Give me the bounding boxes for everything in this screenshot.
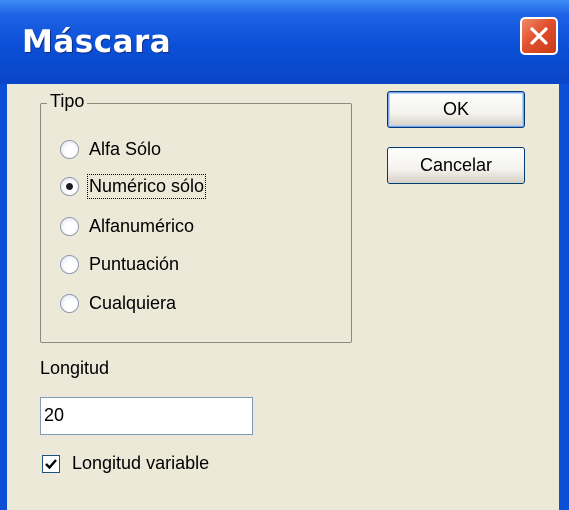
dialog-client-area: Tipo Alfa Sólo Numérico sólo Alfanuméric…: [7, 84, 559, 510]
radio-puntuacion[interactable]: Puntuación: [60, 251, 179, 277]
radio-label: Numérico sólo: [86, 173, 207, 199]
dialog-window: Máscara Tipo Alfa Sólo Numérico sólo Alf…: [0, 0, 569, 510]
close-icon: [530, 27, 548, 45]
title-bar[interactable]: Máscara: [0, 0, 569, 84]
groupbox-label: Tipo: [47, 91, 88, 112]
radio-button-selected[interactable]: [60, 176, 79, 196]
radio-cualquiera[interactable]: Cualquiera: [60, 290, 176, 316]
radio-button[interactable]: [60, 254, 79, 274]
radio-numerico-solo[interactable]: Numérico sólo: [60, 173, 207, 199]
radio-button[interactable]: [60, 216, 79, 236]
cancel-button[interactable]: Cancelar: [387, 147, 525, 184]
window-title: Máscara: [22, 24, 172, 60]
variable-length-label: Longitud variable: [72, 453, 210, 473]
radio-alfanumerico[interactable]: Alfanumérico: [60, 213, 194, 239]
radio-label: Alfa Sólo: [89, 138, 162, 159]
radio-button[interactable]: [60, 293, 79, 313]
checkmark-icon: [45, 458, 57, 469]
ok-button[interactable]: OK: [387, 91, 525, 128]
close-button[interactable]: [520, 17, 558, 55]
radio-label: Cualquiera: [89, 292, 177, 313]
radio-label: Alfanumérico: [89, 215, 195, 236]
length-label: Longitud: [40, 358, 110, 378]
radio-button[interactable]: [60, 139, 79, 159]
variable-length-checkbox-row[interactable]: Longitud variable: [42, 453, 209, 474]
variable-length-checkbox[interactable]: [42, 454, 60, 473]
radio-label: Puntuación: [89, 253, 180, 274]
radio-alfa-solo[interactable]: Alfa Sólo: [60, 136, 161, 162]
length-input[interactable]: 20: [40, 397, 253, 435]
